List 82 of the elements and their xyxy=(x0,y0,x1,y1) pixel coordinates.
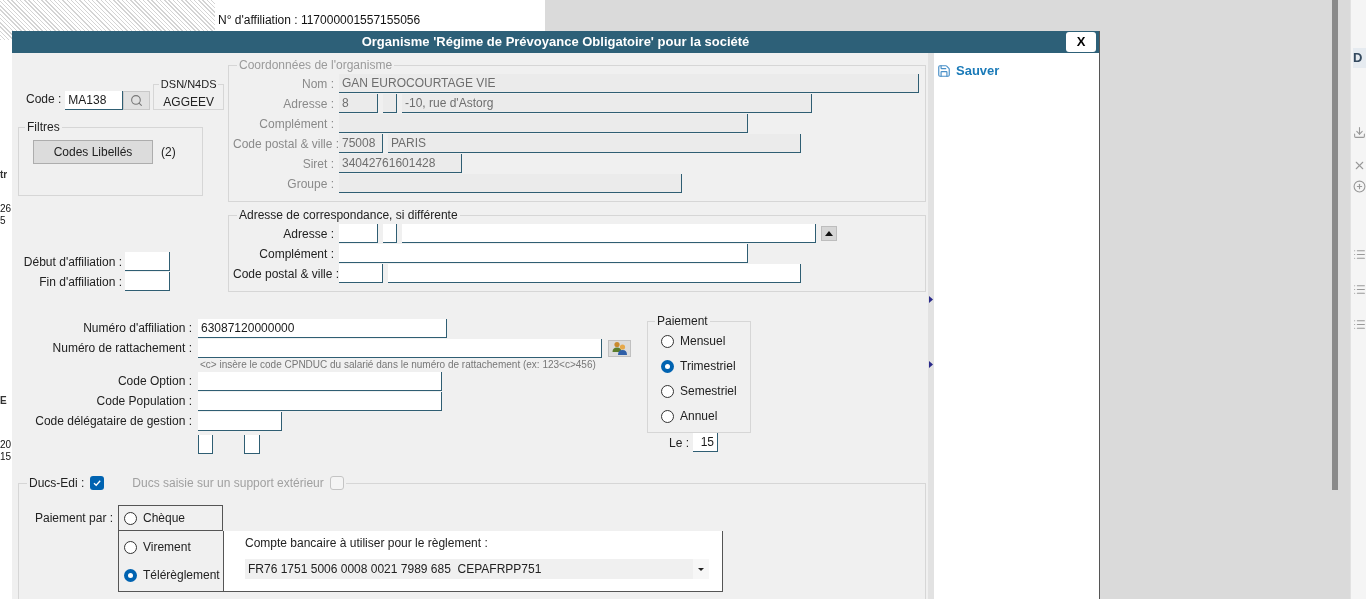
field-label: Compte bancaire à utiliser pour le règlement : xyxy=(245,535,489,552)
group-title: DSN/N4DS xyxy=(159,77,218,92)
background-text: tr xyxy=(0,169,9,181)
field-label: Siret : xyxy=(301,155,334,173)
input-field[interactable] xyxy=(198,411,282,431)
radio-button[interactable]: Semestriel xyxy=(661,382,737,400)
add-icon[interactable] xyxy=(1353,179,1366,193)
background-text: 5 xyxy=(0,215,7,227)
background-text: E xyxy=(0,395,8,407)
field-label: Nom : xyxy=(301,75,334,93)
lookup-button[interactable] xyxy=(608,339,631,357)
checkmark-icon xyxy=(92,478,103,488)
scroll-up-button[interactable] xyxy=(821,226,837,241)
dsn-value: AGGEEV xyxy=(162,93,215,109)
group-title: Filtres xyxy=(26,119,61,136)
close-button[interactable]: X xyxy=(1066,32,1096,52)
input-field[interactable] xyxy=(198,391,442,411)
input-field[interactable]: 63087120000000 xyxy=(198,318,447,338)
hint-text: <c> insère le code CPNDUC du salarié dans le numéro de rattachement (ex: 123<c>456) xyxy=(200,358,597,371)
field-label: Ducs saisie sur un support extérieur xyxy=(131,475,325,492)
input-field[interactable] xyxy=(244,435,260,454)
background-text: 26 xyxy=(0,203,12,215)
group-title: Adresse de correspondance, si différente xyxy=(238,207,459,224)
field-label: Le : xyxy=(669,434,689,452)
save-button[interactable]: Sauver xyxy=(937,61,1000,81)
collapse-arrow-icon xyxy=(929,296,933,303)
search-button[interactable] xyxy=(123,91,151,110)
input-field[interactable] xyxy=(198,435,213,454)
radio-button[interactable]: Télérèglement xyxy=(124,566,223,584)
side-tab[interactable]: D xyxy=(1353,48,1366,68)
field-label: Code délégataire de gestion : xyxy=(34,413,192,430)
field-label: Code Population : xyxy=(95,393,192,410)
field-label: Complément : xyxy=(258,115,334,133)
background-text: 20 xyxy=(0,439,12,451)
group-title: Coordonnées de l'organisme xyxy=(238,57,394,74)
input-field[interactable] xyxy=(388,264,801,283)
list-icon[interactable] xyxy=(1353,282,1366,296)
radio-button[interactable]: Annuel xyxy=(661,407,737,425)
people-icon xyxy=(611,341,628,355)
collapse-arrow-icon xyxy=(929,361,933,368)
up-arrow-icon xyxy=(825,231,833,236)
field-label: Adresse : xyxy=(282,225,334,243)
radio-button[interactable]: Mensuel xyxy=(661,332,737,350)
list-icon[interactable] xyxy=(1353,317,1366,331)
field-label: Paiement par : xyxy=(34,510,115,527)
field-label: Code : xyxy=(26,91,62,108)
list-icon[interactable] xyxy=(1353,247,1366,261)
input-field[interactable] xyxy=(339,224,378,243)
input-field[interactable] xyxy=(383,224,397,243)
checkbox[interactable] xyxy=(90,476,105,490)
field-label: Adresse : xyxy=(282,95,334,113)
affiliation-text: N° d'affiliation : 117000001557155056 xyxy=(218,12,421,29)
input-field[interactable] xyxy=(339,244,748,263)
search-icon xyxy=(130,94,144,107)
bank-account-select[interactable]: FR76 1751 5006 0008 0021 7989 685 CEPAFRPP751 xyxy=(245,559,709,579)
radio-button[interactable]: Chèque xyxy=(124,509,186,527)
dropdown-icon xyxy=(693,559,709,579)
filter-count: (2) xyxy=(161,144,176,161)
field-label: Numéro d'affiliation : xyxy=(82,320,192,337)
radio-button[interactable]: Virement xyxy=(124,538,223,556)
field-label: Début d'affiliation : xyxy=(22,253,122,271)
input-field[interactable] xyxy=(402,224,816,243)
field-label: Fin d'affiliation : xyxy=(38,273,122,291)
field-label: Code Option : xyxy=(116,373,192,390)
input-field[interactable] xyxy=(198,371,442,391)
input-field[interactable] xyxy=(125,252,170,271)
field-label: Numéro de rattachement : xyxy=(51,340,192,357)
input-field[interactable] xyxy=(198,338,602,358)
input-field[interactable]: MA138 xyxy=(65,91,124,110)
field-label: Groupe : xyxy=(286,175,334,193)
download-icon[interactable] xyxy=(1353,125,1366,139)
field-label: Ducs-Edi : xyxy=(28,475,86,492)
group-title: Paiement xyxy=(656,313,709,330)
input-field[interactable]: 15 xyxy=(693,433,718,452)
codes-button[interactable]: Codes Libellés xyxy=(33,140,153,164)
radio-button[interactable]: Trimestriel xyxy=(661,357,737,375)
input-field[interactable] xyxy=(125,272,170,291)
background-text: 15 xyxy=(0,451,12,463)
field-label: Complément : xyxy=(258,245,334,263)
dialog-title: Organisme 'Régime de Prévoyance Obligatoire' pour la société xyxy=(361,33,750,52)
input-field[interactable] xyxy=(339,264,383,283)
save-icon xyxy=(937,63,951,78)
